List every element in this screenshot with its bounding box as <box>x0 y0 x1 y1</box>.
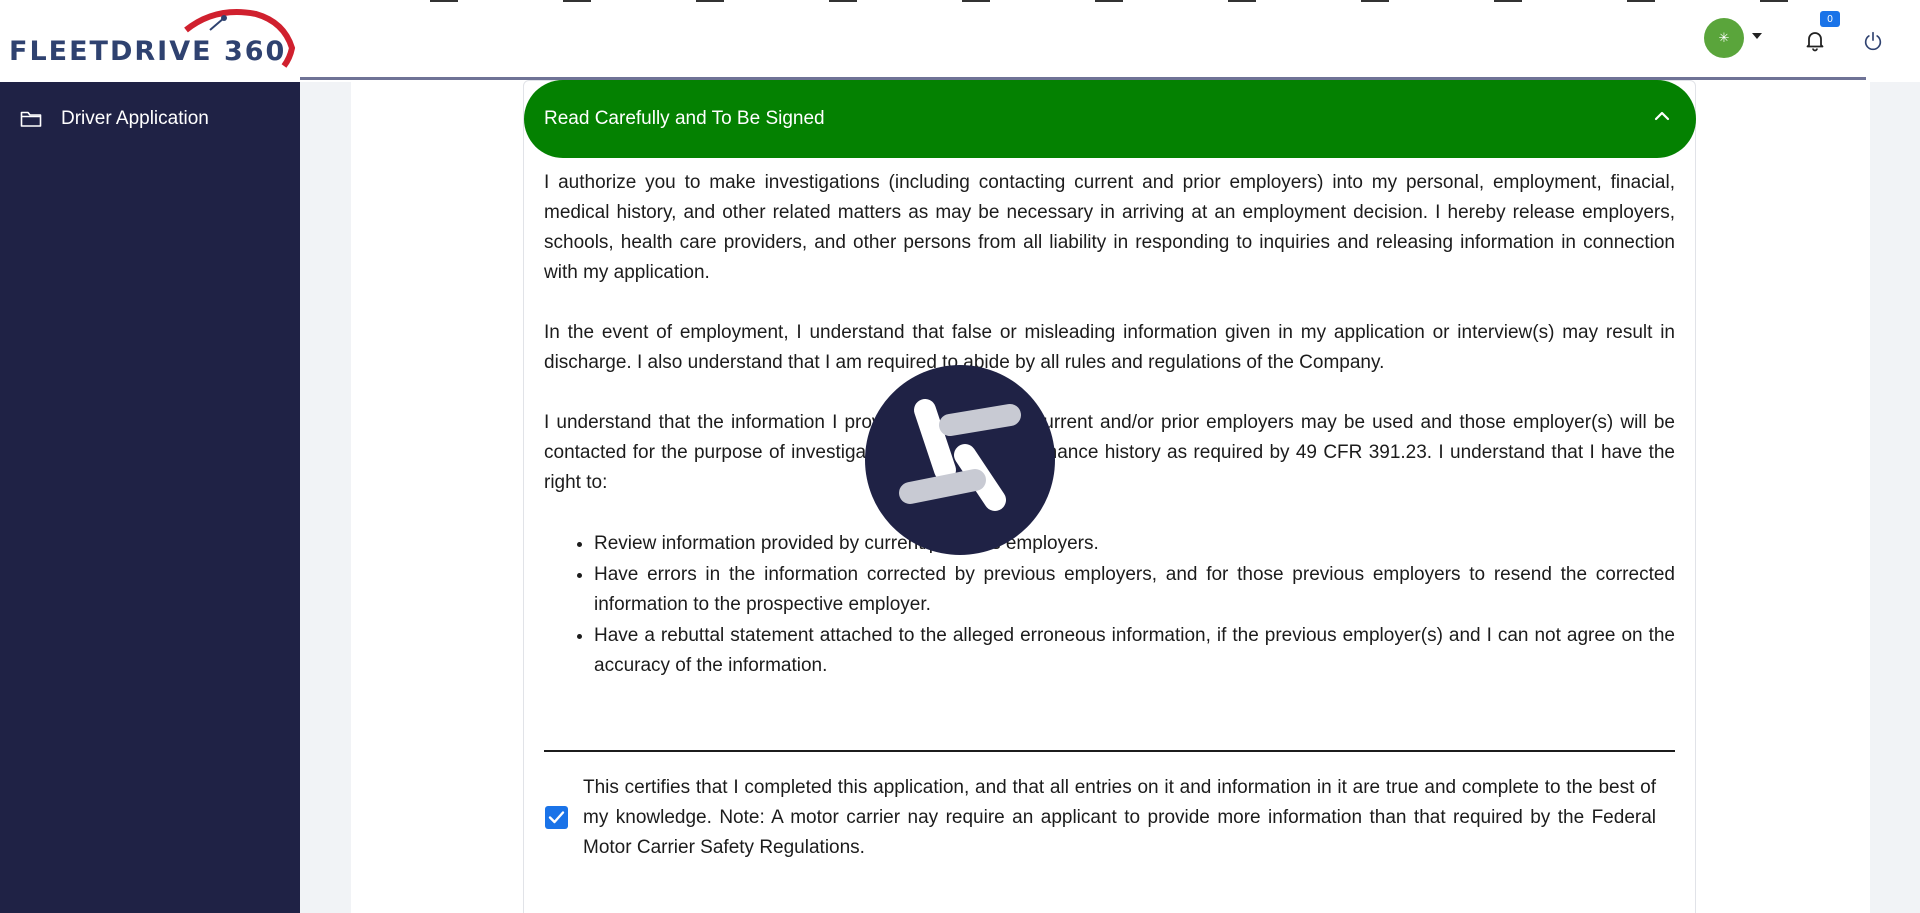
sidebar-item-label: Driver Application <box>61 108 209 129</box>
chevron-up-icon[interactable] <box>1654 110 1670 122</box>
loading-spinner-icon <box>899 399 1021 511</box>
top-tab-strip <box>300 0 1880 2</box>
logo-text: FLEETDRIVE 360 <box>9 36 287 67</box>
section-divider <box>544 750 1675 752</box>
checkmark-icon <box>548 811 565 824</box>
authorization-paragraph: I authorize you to make investigations (… <box>544 172 1675 283</box>
list-item: Have errors in the information corrected… <box>594 560 1675 620</box>
notification-count-badge: 0 <box>1820 11 1840 27</box>
fleetdrive-logo[interactable]: FLEETDRIVE 360 <box>6 8 296 70</box>
user-avatar[interactable]: ✳ <box>1704 18 1744 58</box>
employment-paragraph: In the event of employment, I understand… <box>544 322 1675 373</box>
list-item: Have a rebuttal statement attached to th… <box>594 621 1675 681</box>
accordion-title: Read Carefully and To Be Signed <box>544 108 825 129</box>
power-icon[interactable] <box>1862 30 1884 52</box>
bell-icon[interactable] <box>1803 28 1827 52</box>
chevron-down-icon[interactable] <box>1752 33 1762 39</box>
sidebar-item-driver-application[interactable]: Driver Application <box>20 108 209 130</box>
top-header: FLEETDRIVE 360 ✳ 0 <box>0 0 1920 82</box>
certification-text: This certifies that I completed this app… <box>583 777 1656 858</box>
rights-intro-paragraph: I understand that the information I prov… <box>544 412 1675 493</box>
loading-spinner <box>865 365 1055 555</box>
certification-checkbox[interactable] <box>545 806 568 829</box>
folder-icon <box>20 111 42 127</box>
rights-list: Review information provided by current/p… <box>544 529 1675 682</box>
sidebar: Driver Application <box>0 82 300 913</box>
list-item: Review information provided by current/p… <box>594 529 1675 559</box>
accordion-header[interactable]: Read Carefully and To Be Signed <box>524 80 1696 158</box>
